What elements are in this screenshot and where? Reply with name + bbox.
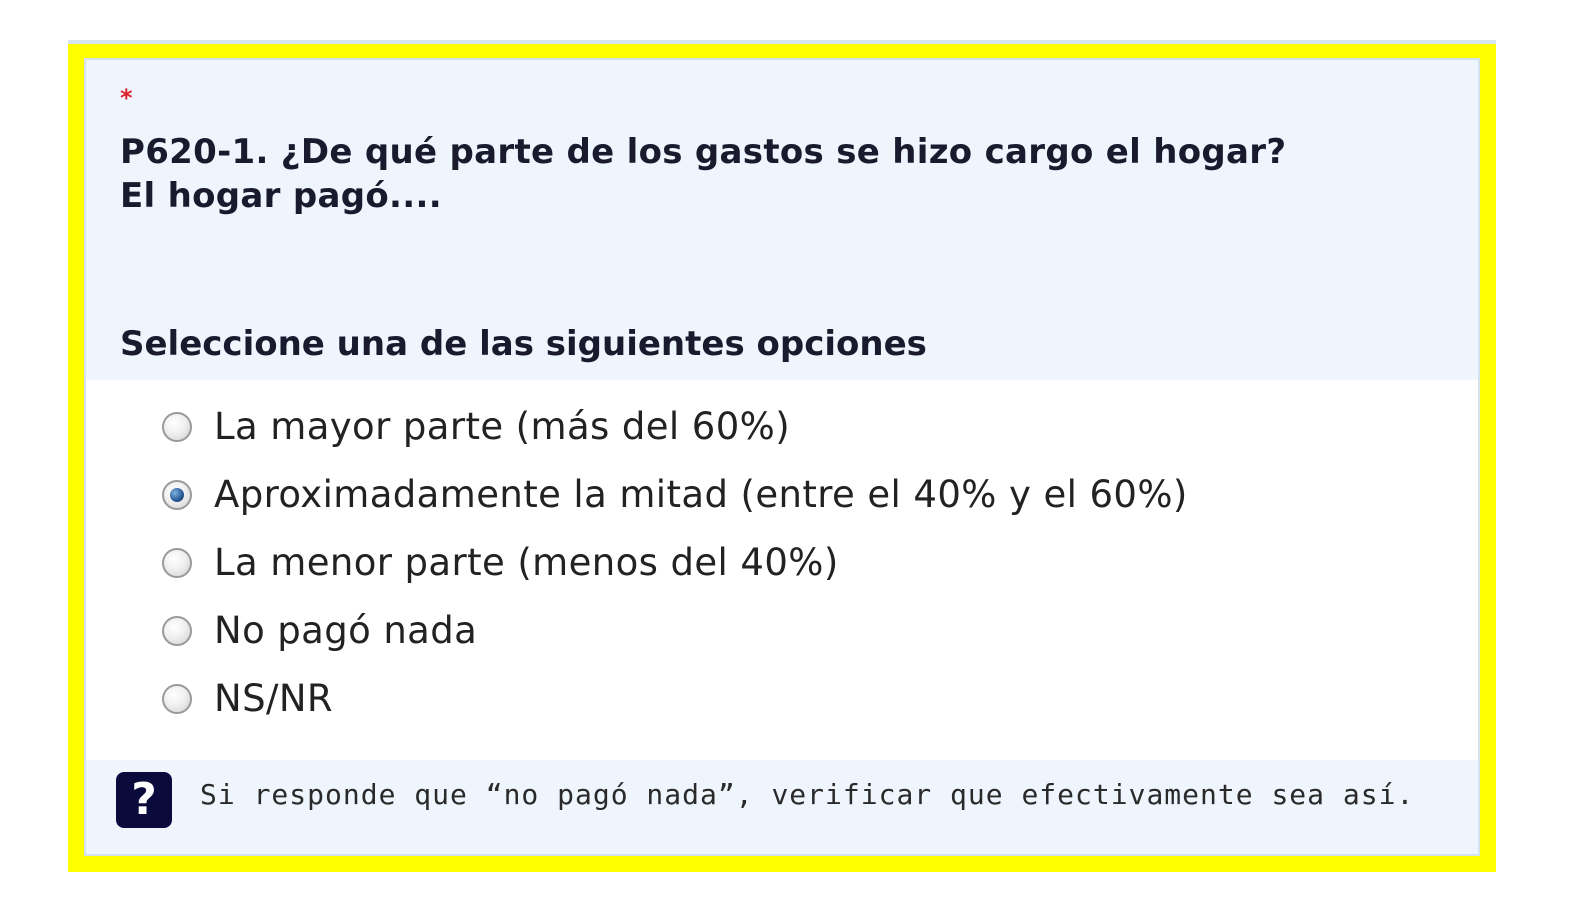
option-mayor-parte[interactable]: La mayor parte (más del 60%) (162, 402, 790, 452)
radio-button[interactable] (162, 616, 192, 646)
option-label: Aproximadamente la mitad (entre el 40% y… (214, 473, 1188, 516)
option-label: La mayor parte (más del 60%) (214, 405, 791, 448)
question-card: * P620-1. ¿De qué parte de los gastos se… (84, 58, 1480, 856)
option-label: No pagó nada (214, 609, 478, 652)
radio-button[interactable] (162, 684, 192, 714)
question-title-line2: El hogar pagó.... (120, 176, 442, 216)
question-mark-icon: ? (116, 772, 172, 828)
option-label: La menor parte (menos del 40%) (214, 541, 839, 584)
option-no-pago-nada[interactable]: No pagó nada (162, 606, 477, 656)
question-title: P620-1. ¿De qué parte de los gastos se h… (120, 130, 1286, 218)
option-label: NS/NR (214, 677, 334, 720)
required-marker: * (120, 84, 133, 112)
option-menor-parte[interactable]: La menor parte (menos del 40%) (162, 538, 839, 588)
options-list: La mayor parte (más del 60%) Aproximadam… (86, 380, 1478, 760)
question-frame: * P620-1. ¿De qué parte de los gastos se… (68, 40, 1496, 872)
instruction-text: Seleccione una de las siguientes opcione… (120, 324, 927, 364)
radio-button[interactable] (162, 548, 192, 578)
option-aproximadamente-mitad[interactable]: Aproximadamente la mitad (entre el 40% y… (162, 470, 1188, 520)
help-section: ? Si responde que “no pagó nada”, verifi… (116, 772, 1414, 828)
help-text: Si responde que “no pagó nada”, verifica… (200, 778, 1415, 811)
radio-button[interactable] (162, 412, 192, 442)
radio-button-selected[interactable] (162, 480, 192, 510)
option-ns-nr[interactable]: NS/NR (162, 674, 333, 724)
question-title-line1: P620-1. ¿De qué parte de los gastos se h… (120, 132, 1287, 172)
